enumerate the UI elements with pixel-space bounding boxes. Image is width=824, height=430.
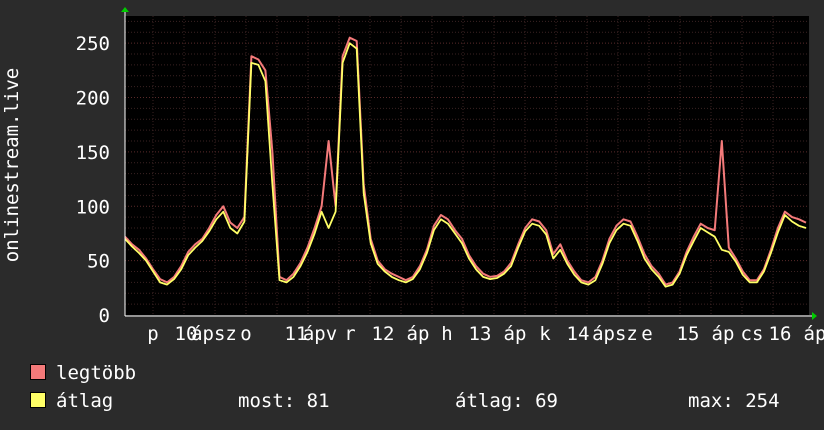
x-tick-label: 12 [372, 323, 395, 345]
legend-swatch-max [30, 364, 46, 380]
y-tick-labels: 0 50 100 150 200 250 [76, 33, 110, 327]
x-tick-label: áp [407, 323, 430, 345]
legend-label-max: legtöbb [56, 362, 137, 384]
x-tick-label: 13 [469, 323, 492, 345]
x-tick-label: k [539, 323, 551, 345]
x-tick-label: áp [804, 323, 824, 345]
x-tick-label: 15 [677, 323, 700, 345]
legend-swatch-avg [30, 392, 46, 408]
x-tick-labels: p 10ápsz o 11ápv r 12 áp h 13 áp k 14 ápsz e 15 áp cs 16 á… [147, 323, 824, 345]
y-tick-label: 0 [99, 305, 110, 327]
y-tick-label: 250 [76, 33, 110, 55]
chart: 050100150200250 p 10ápsz o 11ápv r 12 áp h 13 áp k… [1, 7, 824, 345]
x-tick-label: e [641, 323, 652, 345]
stat-current: most: 81 [238, 390, 330, 412]
x-tick-label: áp [504, 323, 527, 345]
x-axis-arrow-icon [812, 312, 817, 320]
x-tick-label: ápv [303, 323, 337, 345]
x-tick-label: p [147, 323, 158, 345]
x-tick-label: áp [712, 323, 735, 345]
legend-item-avg: átlag [30, 390, 113, 412]
legend-item-max: legtöbb [30, 362, 136, 384]
y-tick-label: 100 [76, 196, 110, 218]
legend-label-avg: átlag [56, 390, 114, 412]
x-tick-label: h [441, 323, 452, 345]
y-tick-label: 200 [76, 88, 110, 110]
stat-max: max: 254 [688, 390, 780, 412]
x-tick-label: ápsz [592, 323, 638, 345]
y-axis-label: onlinestream.live [1, 68, 23, 262]
x-tick-label: cs [741, 323, 764, 345]
x-tick-label: 14 [567, 323, 590, 345]
y-tick-label: 150 [76, 142, 110, 164]
x-tick-label: ápsz [191, 323, 237, 345]
x-tick-label: o [240, 323, 251, 345]
x-tick-label: r [344, 323, 355, 345]
x-tick-label: 16 [769, 323, 792, 345]
y-tick-label: 50 [87, 251, 110, 273]
y-axis-arrow-icon [121, 7, 129, 12]
plot-area [125, 16, 809, 315]
stat-average: átlag: 69 [455, 390, 558, 412]
